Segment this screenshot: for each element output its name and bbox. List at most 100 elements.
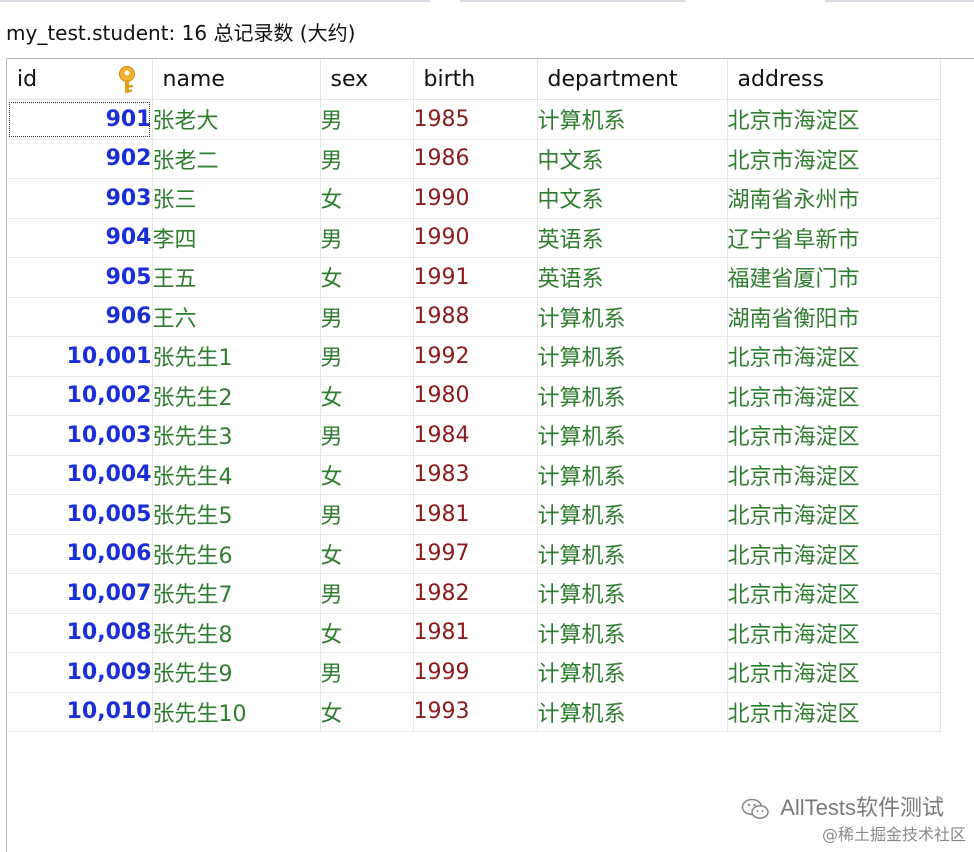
cell-department[interactable]: 中文系 [537, 139, 728, 179]
cell-department[interactable]: 计算机系 [537, 613, 728, 653]
cell-sex[interactable]: 男 [320, 652, 414, 693]
cell-address[interactable]: 北京市海淀区 [727, 455, 941, 495]
cell-id[interactable]: 901 [7, 99, 153, 140]
table-row[interactable]: 10,009 张先生9 男 1999 计算机系 北京市海淀区 [7, 652, 941, 693]
cell-id[interactable]: 904 [7, 218, 153, 258]
table-row[interactable]: 10,005 张先生5 男 1981 计算机系 北京市海淀区 [7, 494, 941, 535]
cell-id[interactable]: 905 [7, 257, 153, 298]
cell-birth[interactable]: 1985 [413, 99, 538, 140]
cell-birth[interactable]: 1984 [413, 415, 538, 456]
cell-birth[interactable]: 1999 [413, 652, 538, 693]
cell-sex[interactable]: 男 [320, 218, 414, 258]
cell-department[interactable]: 中文系 [537, 178, 728, 219]
cell-name[interactable]: 李四 [152, 218, 321, 258]
cell-birth[interactable]: 1991 [413, 257, 538, 298]
cell-name[interactable]: 张先生6 [152, 534, 321, 574]
table-row[interactable]: 10,003 张先生3 男 1984 计算机系 北京市海淀区 [7, 415, 941, 456]
cell-department[interactable]: 计算机系 [537, 455, 728, 495]
cell-address[interactable]: 北京市海淀区 [727, 336, 941, 377]
cell-birth[interactable]: 1992 [413, 336, 538, 377]
cell-sex[interactable]: 男 [320, 139, 414, 179]
cell-birth[interactable]: 1990 [413, 218, 538, 258]
cell-id[interactable]: 10,002 [7, 376, 153, 416]
table-row[interactable]: 10,006 张先生6 女 1997 计算机系 北京市海淀区 [7, 534, 941, 574]
cell-sex[interactable]: 男 [320, 297, 414, 337]
cell-department[interactable]: 计算机系 [537, 652, 728, 693]
cell-id[interactable]: 10,007 [7, 573, 153, 614]
cell-address[interactable]: 辽宁省阜新市 [727, 218, 941, 258]
cell-birth[interactable]: 1988 [413, 297, 538, 337]
cell-name[interactable]: 张先生1 [152, 336, 321, 377]
cell-name[interactable]: 张三 [152, 178, 321, 219]
cell-name[interactable]: 张先生8 [152, 613, 321, 653]
cell-address[interactable]: 北京市海淀区 [727, 613, 941, 653]
cell-sex[interactable]: 女 [320, 178, 414, 219]
cell-id[interactable]: 10,004 [7, 455, 153, 495]
table-row[interactable]: 901 张老大 男 1985 计算机系 北京市海淀区 [7, 99, 941, 140]
cell-address[interactable]: 湖南省永州市 [727, 178, 941, 219]
cell-name[interactable]: 张先生3 [152, 415, 321, 456]
cell-name[interactable]: 王五 [152, 257, 321, 298]
cell-address[interactable]: 北京市海淀区 [727, 692, 941, 732]
cell-address[interactable]: 湖南省衡阳市 [727, 297, 941, 337]
cell-name[interactable]: 张先生9 [152, 652, 321, 693]
cell-id[interactable]: 903 [7, 178, 153, 219]
cell-sex[interactable]: 男 [320, 99, 414, 140]
cell-sex[interactable]: 女 [320, 376, 414, 416]
table-row[interactable]: 10,007 张先生7 男 1982 计算机系 北京市海淀区 [7, 573, 941, 614]
cell-department[interactable]: 计算机系 [537, 99, 728, 140]
cell-birth[interactable]: 1983 [413, 455, 538, 495]
column-header-birth[interactable]: birth [413, 59, 538, 100]
cell-address[interactable]: 北京市海淀区 [727, 573, 941, 614]
table-row[interactable]: 906 王六 男 1988 计算机系 湖南省衡阳市 [7, 297, 941, 337]
cell-address[interactable]: 福建省厦门市 [727, 257, 941, 298]
table-row[interactable]: 10,010 张先生10 女 1993 计算机系 北京市海淀区 [7, 692, 941, 732]
column-header-id[interactable]: id [7, 59, 153, 100]
cell-department[interactable]: 计算机系 [537, 573, 728, 614]
cell-name[interactable]: 王六 [152, 297, 321, 337]
cell-name[interactable]: 张老二 [152, 139, 321, 179]
cell-id[interactable]: 10,003 [7, 415, 153, 456]
cell-department[interactable]: 计算机系 [537, 336, 728, 377]
cell-birth[interactable]: 1981 [413, 494, 538, 535]
column-header-department[interactable]: department [537, 59, 728, 100]
table-row[interactable]: 10,001 张先生1 男 1992 计算机系 北京市海淀区 [7, 336, 941, 377]
cell-address[interactable]: 北京市海淀区 [727, 99, 941, 140]
cell-sex[interactable]: 男 [320, 415, 414, 456]
cell-address[interactable]: 北京市海淀区 [727, 494, 941, 535]
table-row[interactable]: 10,004 张先生4 女 1983 计算机系 北京市海淀区 [7, 455, 941, 495]
cell-sex[interactable]: 男 [320, 494, 414, 535]
table-row[interactable]: 10,002 张先生2 女 1980 计算机系 北京市海淀区 [7, 376, 941, 416]
cell-id[interactable]: 10,009 [7, 652, 153, 693]
cell-address[interactable]: 北京市海淀区 [727, 376, 941, 416]
cell-name[interactable]: 张老大 [152, 99, 321, 140]
cell-birth[interactable]: 1986 [413, 139, 538, 179]
cell-sex[interactable]: 男 [320, 336, 414, 377]
cell-id[interactable]: 10,001 [7, 336, 153, 377]
cell-sex[interactable]: 男 [320, 573, 414, 614]
table-row[interactable]: 10,008 张先生8 女 1981 计算机系 北京市海淀区 [7, 613, 941, 653]
cell-department[interactable]: 计算机系 [537, 692, 728, 732]
cell-name[interactable]: 张先生10 [152, 692, 321, 732]
cell-name[interactable]: 张先生7 [152, 573, 321, 614]
cell-birth[interactable]: 1980 [413, 376, 538, 416]
cell-department[interactable]: 计算机系 [537, 494, 728, 535]
cell-id[interactable]: 10,008 [7, 613, 153, 653]
cell-birth[interactable]: 1993 [413, 692, 538, 732]
cell-id[interactable]: 906 [7, 297, 153, 337]
table-row[interactable]: 904 李四 男 1990 英语系 辽宁省阜新市 [7, 218, 941, 258]
cell-sex[interactable]: 女 [320, 692, 414, 732]
cell-address[interactable]: 北京市海淀区 [727, 652, 941, 693]
cell-birth[interactable]: 1997 [413, 534, 538, 574]
cell-department[interactable]: 计算机系 [537, 415, 728, 456]
cell-department[interactable]: 计算机系 [537, 534, 728, 574]
cell-id[interactable]: 10,005 [7, 494, 153, 535]
cell-sex[interactable]: 女 [320, 257, 414, 298]
cell-name[interactable]: 张先生2 [152, 376, 321, 416]
cell-sex[interactable]: 女 [320, 613, 414, 653]
cell-department[interactable]: 计算机系 [537, 376, 728, 416]
cell-birth[interactable]: 1982 [413, 573, 538, 614]
cell-birth[interactable]: 1990 [413, 178, 538, 219]
cell-id[interactable]: 10,010 [7, 692, 153, 732]
cell-sex[interactable]: 女 [320, 534, 414, 574]
